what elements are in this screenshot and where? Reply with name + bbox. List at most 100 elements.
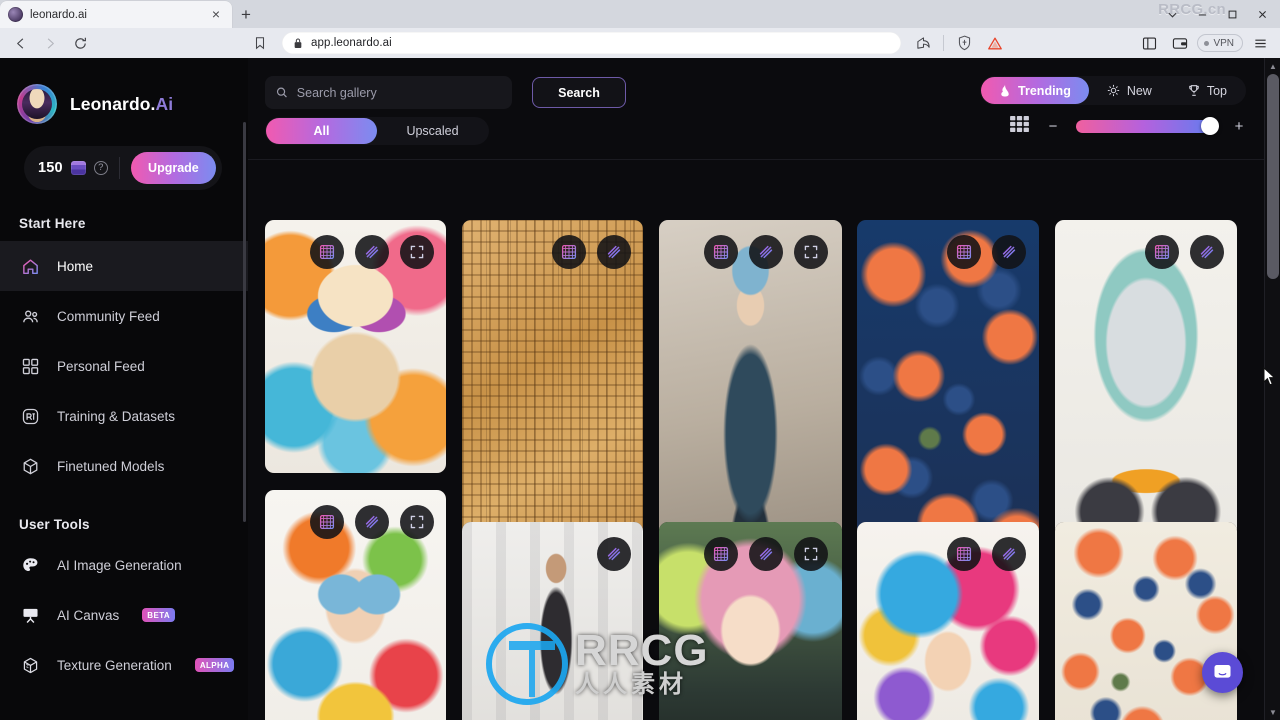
address-bar-url: app.leonardo.ai: [311, 37, 392, 49]
wand-icon: [364, 514, 380, 530]
tab-label: Trending: [1018, 83, 1071, 98]
remix-button[interactable]: [552, 235, 586, 269]
zoom-in-button[interactable]: +: [1232, 118, 1246, 135]
search-box[interactable]: [265, 76, 512, 109]
wand-icon: [1001, 546, 1017, 562]
remix-icon: [713, 244, 729, 260]
gallery-type-toggle: All Upscaled: [265, 117, 489, 145]
sidebar-item-home[interactable]: Home: [0, 241, 248, 291]
sidebar-section-start-here: Start Here: [19, 216, 86, 231]
forward-arrow-icon[interactable]: [36, 30, 64, 56]
hamburger-menu-icon[interactable]: [1246, 30, 1274, 56]
expand-button[interactable]: [400, 235, 434, 269]
maximize-icon[interactable]: [1218, 1, 1246, 27]
browser-window: leonardo.ai × + RRCG.cn app.leonardo.ai …: [0, 0, 1280, 720]
close-icon[interactable]: [1248, 1, 1276, 27]
gallery-card[interactable]: [1055, 522, 1237, 720]
brand-logo-block[interactable]: Leonardo.Ai: [0, 58, 248, 124]
tab-upscaled[interactable]: Upscaled: [377, 118, 488, 144]
tab-strip: leonardo.ai × +: [0, 0, 260, 28]
wand-button[interactable]: [355, 505, 389, 539]
bookmark-icon[interactable]: [246, 30, 274, 56]
wand-button[interactable]: [749, 235, 783, 269]
gallery-card[interactable]: [659, 522, 842, 720]
brave-leo-icon[interactable]: [981, 30, 1009, 56]
sidebar-item-personal-feed[interactable]: Personal Feed: [0, 341, 248, 391]
wand-button[interactable]: [1190, 235, 1224, 269]
remix-button[interactable]: [310, 235, 344, 269]
sidebar-item-ai-image-generation[interactable]: AI Image Generation: [0, 540, 248, 590]
remix-button[interactable]: [947, 537, 981, 571]
remix-button[interactable]: [947, 235, 981, 269]
back-arrow-icon[interactable]: [6, 30, 34, 56]
brave-shields-icon[interactable]: [950, 30, 978, 56]
vpn-label: VPN: [1213, 37, 1234, 49]
sidebar-scrollbar[interactable]: [243, 122, 246, 522]
expand-button[interactable]: [794, 537, 828, 571]
search-area: Search: [265, 76, 626, 109]
sidebar-item-finetuned-models[interactable]: Finetuned Models: [0, 441, 248, 491]
size-slider-handle[interactable]: [1201, 117, 1219, 135]
sparkle-icon: [1107, 84, 1119, 97]
new-tab-button[interactable]: +: [232, 2, 260, 28]
expand-button[interactable]: [400, 505, 434, 539]
wand-button[interactable]: [597, 537, 631, 571]
wand-icon: [758, 244, 774, 260]
sidebar-item-label: AI Image Generation: [57, 557, 182, 573]
window-controls: [1158, 0, 1280, 28]
sidebar-item-ai-canvas[interactable]: AI Canvas BETA: [0, 590, 248, 640]
zoom-out-button[interactable]: −: [1046, 118, 1060, 135]
scroll-up-icon[interactable]: ▲: [1265, 58, 1280, 74]
scrollbar-thumb[interactable]: [1267, 74, 1279, 279]
wand-button[interactable]: [992, 235, 1026, 269]
scroll-down-icon[interactable]: ▼: [1265, 704, 1280, 720]
chevron-down-icon[interactable]: [1158, 1, 1186, 27]
grid-layout-icon[interactable]: [1010, 116, 1030, 136]
search-input[interactable]: [296, 85, 501, 100]
search-button[interactable]: Search: [532, 77, 626, 108]
reload-icon[interactable]: [66, 30, 94, 56]
remix-button[interactable]: [704, 537, 738, 571]
wand-button[interactable]: [749, 537, 783, 571]
remix-button[interactable]: [310, 505, 344, 539]
gallery-card[interactable]: [857, 522, 1039, 720]
size-slider[interactable]: [1076, 117, 1219, 135]
page-scrollbar[interactable]: ▲ ▼: [1264, 58, 1280, 720]
vpn-badge[interactable]: VPN: [1197, 34, 1243, 52]
wand-button[interactable]: [355, 235, 389, 269]
gallery-card[interactable]: [462, 522, 643, 720]
browser-tab[interactable]: leonardo.ai ×: [0, 1, 232, 28]
wallet-icon[interactable]: [1166, 30, 1194, 56]
tab-label: Top: [1206, 83, 1227, 98]
wand-button[interactable]: [992, 537, 1026, 571]
tab-new[interactable]: New: [1089, 77, 1170, 104]
sidebar-item-training-datasets[interactable]: Training & Datasets: [0, 391, 248, 441]
help-circle-icon[interactable]: ?: [93, 161, 108, 175]
tab-top[interactable]: Top: [1170, 77, 1245, 104]
expand-button[interactable]: [794, 235, 828, 269]
toolbar-actions: VPN: [909, 30, 1274, 56]
gallery-card[interactable]: [265, 490, 446, 720]
page-viewport: Leonardo.Ai 150 ? Upgrade Start Here Hom…: [0, 58, 1280, 720]
texture-cube-icon: [19, 654, 41, 676]
share-icon[interactable]: [909, 30, 937, 56]
sidebar-panel-icon[interactable]: [1135, 30, 1163, 56]
remix-button[interactable]: [1145, 235, 1179, 269]
minimize-icon[interactable]: [1188, 1, 1216, 27]
sidebar-item-community-feed[interactable]: Community Feed: [0, 291, 248, 341]
lock-icon: [294, 38, 302, 48]
chat-support-button[interactable]: [1202, 652, 1243, 693]
address-bar[interactable]: app.leonardo.ai: [282, 32, 902, 54]
remix-icon: [319, 514, 335, 530]
tab-all[interactable]: All: [266, 118, 377, 144]
upgrade-button[interactable]: Upgrade: [130, 152, 216, 184]
remix-button[interactable]: [704, 235, 738, 269]
sidebar-item-texture-generation[interactable]: Texture Generation ALPHA: [0, 640, 248, 690]
gallery-card[interactable]: [265, 220, 446, 473]
status-badge-alpha: ALPHA: [194, 658, 235, 672]
tab-trending[interactable]: Trending: [981, 77, 1089, 104]
tab-close-icon[interactable]: ×: [208, 6, 224, 23]
wand-button[interactable]: [597, 235, 631, 269]
wand-icon: [758, 546, 774, 562]
wand-icon: [606, 244, 622, 260]
